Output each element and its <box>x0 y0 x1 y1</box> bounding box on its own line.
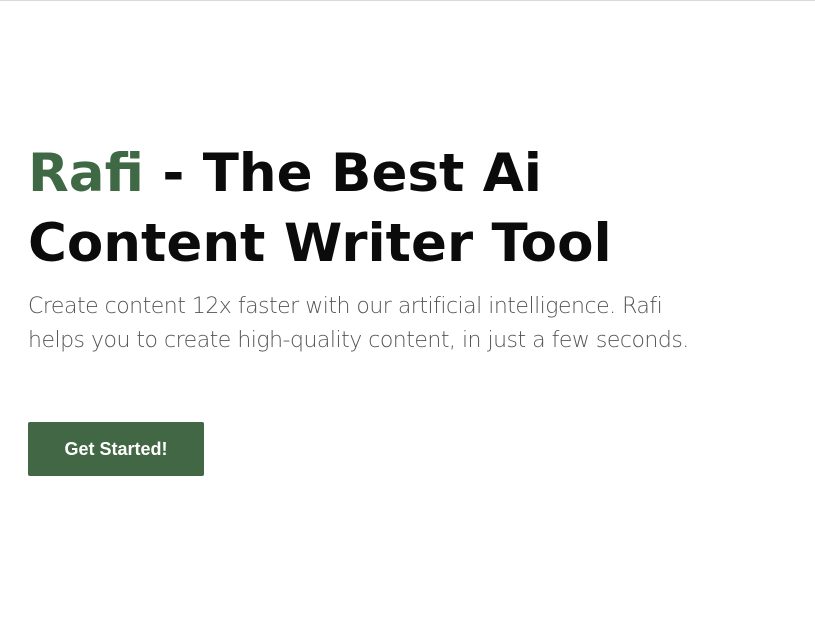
subtitle-line1: Create content 12x faster with our artif… <box>28 294 663 319</box>
get-started-button[interactable]: Get Started! <box>28 422 204 476</box>
hero-subtitle: Create content 12x faster with our artif… <box>28 290 808 358</box>
top-divider <box>0 0 815 1</box>
brand-name: Rafi <box>28 143 144 204</box>
headline-line1-rest: - The Best Ai <box>143 143 542 204</box>
hero-section: Rafi - The Best Ai Content Writer Tool C… <box>28 139 808 358</box>
hero-headline: Rafi - The Best Ai Content Writer Tool <box>28 139 808 279</box>
subtitle-line2: helps you to create high-quality content… <box>28 328 689 353</box>
headline-line2: Content Writer Tool <box>28 213 612 274</box>
